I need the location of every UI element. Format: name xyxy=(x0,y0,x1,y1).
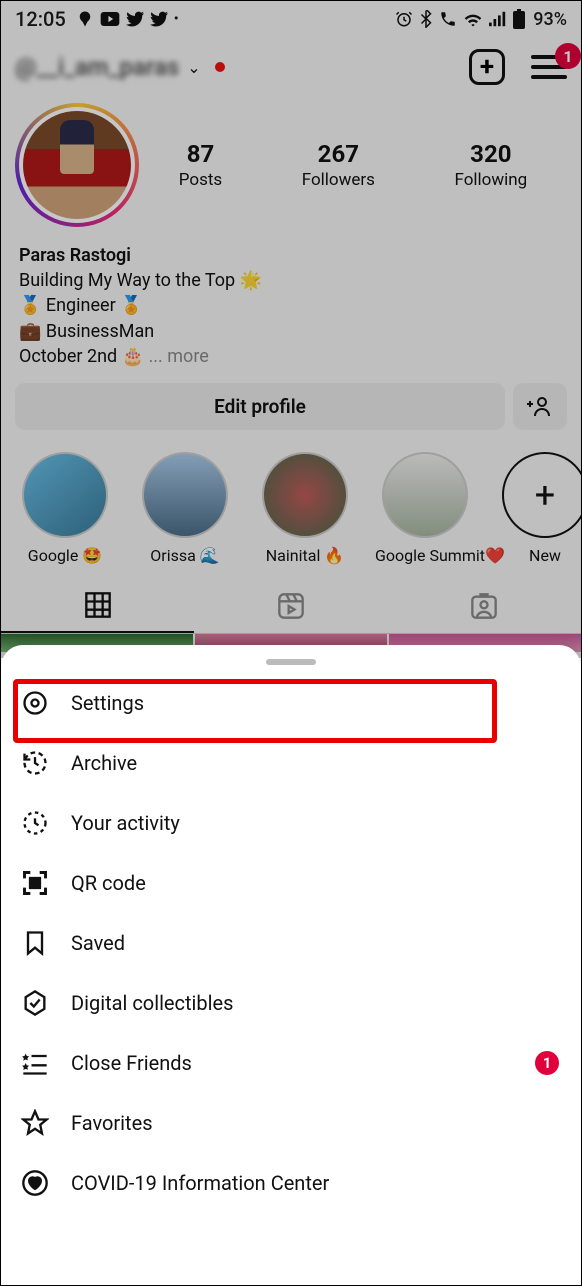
menu-favorites[interactable]: Favorites xyxy=(1,1093,581,1153)
highlight-item[interactable]: Nainital 🔥 xyxy=(255,452,355,565)
following-label: Following xyxy=(454,170,527,190)
add-person-icon xyxy=(527,395,553,417)
bio-more[interactable]: ... more xyxy=(149,346,209,367)
battery-icon xyxy=(513,9,525,29)
chevron-down-icon: ⌄ xyxy=(187,58,200,77)
bio-line: 💼 BusinessMan xyxy=(19,319,563,344)
alarm-icon xyxy=(395,10,413,28)
menu-badge: 1 xyxy=(555,43,581,69)
menu-label: Digital collectibles xyxy=(71,991,233,1015)
wifi-icon xyxy=(463,11,483,27)
bio-line: Building My Way to the Top 🌟 xyxy=(19,268,563,293)
hexagon-check-icon xyxy=(21,989,49,1017)
menu-activity[interactable]: Your activity xyxy=(1,793,581,853)
qr-icon xyxy=(21,869,49,897)
profile-header: @__i_am_paras ⌄ 1 xyxy=(1,31,581,95)
highlight-item[interactable]: Google Summit❤️ xyxy=(375,452,475,565)
bio-line: October 2nd 🎂 xyxy=(19,346,144,367)
menu-archive[interactable]: Archive xyxy=(1,733,581,793)
tab-tagged[interactable] xyxy=(388,579,581,633)
profile-bio: Paras Rastogi Building My Way to the Top… xyxy=(1,233,581,373)
stat-posts[interactable]: 87 Posts xyxy=(179,140,222,190)
bluetooth-icon xyxy=(419,10,433,28)
battery-percent: 93% xyxy=(533,9,567,30)
menu-collectibles[interactable]: Digital collectibles xyxy=(1,973,581,1033)
menu-settings[interactable]: Settings xyxy=(1,673,581,733)
twitter-icon xyxy=(126,11,144,27)
posts-label: Posts xyxy=(179,170,222,190)
edit-profile-button[interactable]: Edit profile xyxy=(15,383,505,430)
create-button[interactable] xyxy=(469,49,505,85)
story-highlights: Google 🤩 Orissa 🌊 Nainital 🔥 Google Summ… xyxy=(1,440,581,573)
grid-icon xyxy=(84,591,112,619)
highlight-item[interactable]: Orissa 🌊 xyxy=(135,452,235,565)
star-list-icon xyxy=(21,1049,49,1077)
options-bottom-sheet: Settings Archive Your activity QR code S… xyxy=(1,645,581,1285)
following-count: 320 xyxy=(454,140,527,168)
swiggy-icon xyxy=(76,10,94,28)
status-time: 12:05 xyxy=(15,7,66,31)
heart-circle-icon xyxy=(21,1169,49,1197)
sheet-drag-handle[interactable] xyxy=(266,659,316,665)
hamburger-menu-button[interactable]: 1 xyxy=(531,55,567,79)
profile-stats-row: 87 Posts 267 Followers 320 Following xyxy=(1,95,581,233)
activity-icon xyxy=(21,809,49,837)
call-icon xyxy=(439,10,457,28)
followers-label: Followers xyxy=(302,170,375,190)
stat-followers[interactable]: 267 Followers xyxy=(302,140,375,190)
menu-label: Archive xyxy=(71,751,137,775)
menu-label: COVID-19 Information Center xyxy=(71,1171,329,1195)
star-icon xyxy=(21,1109,49,1137)
stat-following[interactable]: 320 Following xyxy=(454,140,527,190)
posts-count: 87 xyxy=(179,140,222,168)
username-text: @__i_am_paras xyxy=(15,53,179,81)
close-friends-badge: 1 xyxy=(535,1051,559,1075)
menu-label: Settings xyxy=(71,691,144,715)
avatar-image xyxy=(23,111,131,219)
menu-covid[interactable]: COVID-19 Information Center xyxy=(1,1153,581,1213)
tagged-icon xyxy=(470,592,498,620)
profile-page-dimmed: 12:05 • 93% @__i_am_paras ⌄ xyxy=(1,1,581,658)
followers-count: 267 xyxy=(302,140,375,168)
menu-qr[interactable]: QR code xyxy=(1,853,581,913)
menu-label: Saved xyxy=(71,931,125,955)
discover-people-button[interactable] xyxy=(513,383,567,430)
youtube-icon xyxy=(100,12,120,26)
tab-reels[interactable] xyxy=(194,579,387,633)
archive-icon xyxy=(21,749,49,777)
bio-name: Paras Rastogi xyxy=(19,243,563,268)
menu-saved[interactable]: Saved xyxy=(1,913,581,973)
tab-grid[interactable] xyxy=(1,579,194,633)
twitter-icon-2 xyxy=(150,11,168,27)
gear-icon xyxy=(21,689,49,717)
bio-line: 🏅 Engineer 🏅 xyxy=(19,293,563,318)
status-bar: 12:05 • 93% xyxy=(1,1,581,31)
highlight-new[interactable]: +New xyxy=(495,452,581,565)
avatar-story-ring[interactable] xyxy=(15,103,139,227)
highlight-item[interactable]: Google 🤩 xyxy=(15,452,115,565)
bookmark-icon xyxy=(21,929,49,957)
signal-icon xyxy=(489,11,507,27)
username-switcher[interactable]: @__i_am_paras ⌄ xyxy=(15,53,469,81)
menu-label: Favorites xyxy=(71,1111,153,1135)
profile-tabs xyxy=(1,579,581,634)
menu-close-friends[interactable]: Close Friends 1 xyxy=(1,1033,581,1093)
notification-dot xyxy=(215,62,225,72)
menu-label: Close Friends xyxy=(71,1051,192,1075)
menu-label: Your activity xyxy=(71,811,180,835)
status-more-dot: • xyxy=(174,11,179,27)
menu-label: QR code xyxy=(71,871,146,895)
reels-icon xyxy=(277,592,305,620)
